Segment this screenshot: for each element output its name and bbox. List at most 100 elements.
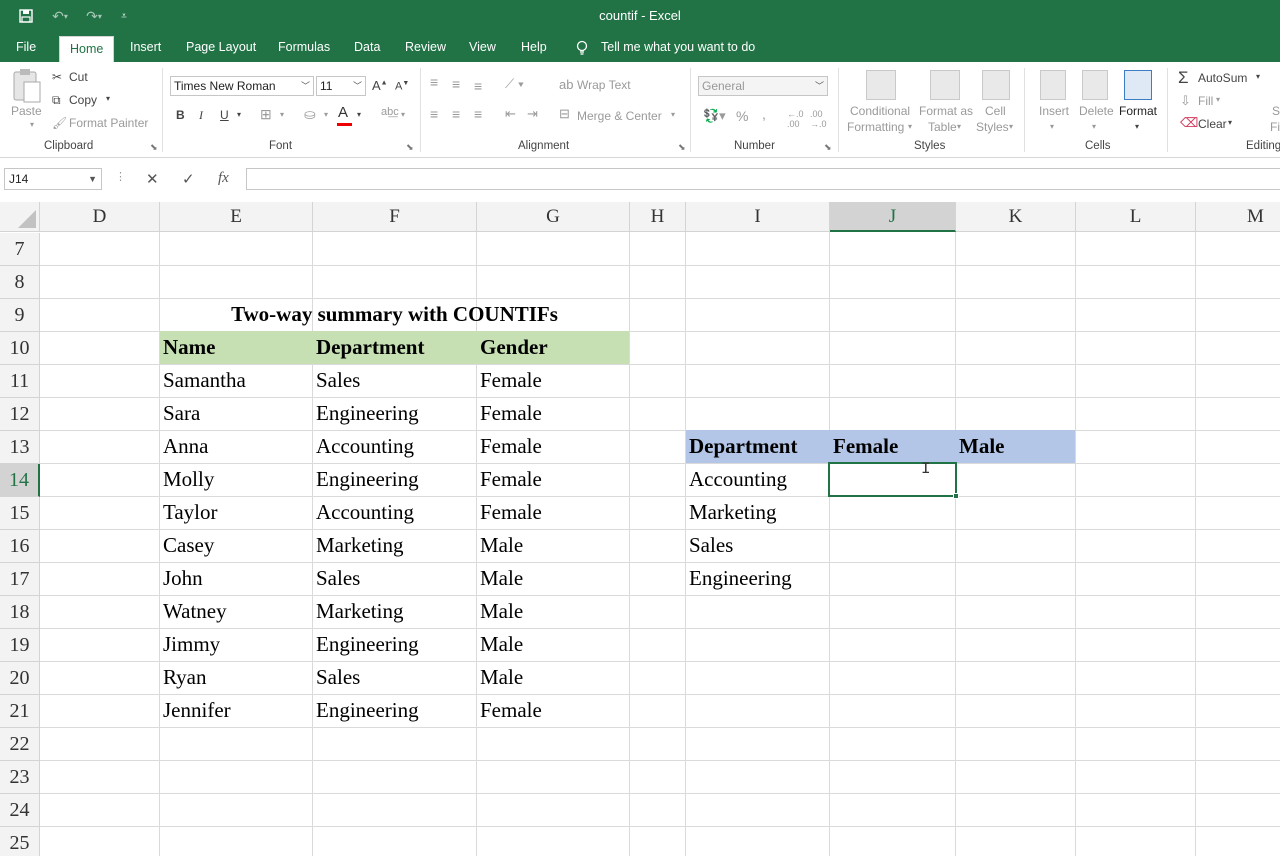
tab-page-layout[interactable]: Page Layout [186,32,256,62]
cancel-icon[interactable]: ✕ [146,170,159,188]
paste-dropdown-icon[interactable]: ▾ [30,120,34,129]
row-header-14[interactable]: 14 [0,464,40,497]
tab-formulas[interactable]: Formulas [278,32,330,62]
merge-dropdown-icon[interactable]: ▾ [671,110,675,119]
summary-header-cell[interactable]: Department [686,430,797,463]
formula-input[interactable] [246,168,1280,190]
delete-cells-button[interactable]: Delete [1079,104,1114,118]
autosum-dropdown-icon[interactable]: ▾ [1256,72,1260,81]
table-cell[interactable]: Samantha [160,364,246,397]
table-header-cell[interactable]: Gender [477,331,548,364]
row-header-20[interactable]: 20 [0,662,40,695]
table-cell[interactable]: Ryan [160,661,207,694]
fill-button[interactable]: Fill [1198,94,1213,108]
sort-filter-button[interactable]: S [1272,104,1280,118]
delete-cells-icon[interactable] [1082,70,1108,100]
clear-button[interactable]: Clear [1198,117,1227,131]
spreadsheet-grid[interactable]: DEFGHIJKLM 7 8 9 10 11 12 13 14 15 16 17 18 19 20 21 22… [0,202,1280,856]
font-name-dropdown[interactable]: Times New Roman ﹀ [170,76,314,96]
table-cell[interactable]: Anna [160,430,209,463]
table-cell[interactable]: Sara [160,397,200,430]
column-header-i[interactable]: I [686,202,830,232]
increase-decimal-icon[interactable]: ←.0.00 [787,109,804,129]
table-cell[interactable]: Marketing [313,595,403,628]
summary-row-label[interactable]: Engineering [686,562,792,595]
wrap-text-button[interactable]: Wrap Text [577,78,631,92]
row-header-18[interactable]: 18 [0,596,40,629]
decrease-indent-icon[interactable]: ⇤ [505,106,516,122]
bottom-align-icon[interactable]: ≡ [474,78,482,94]
number-launcher-icon[interactable]: ⬊ [824,142,832,153]
insert-cells-icon[interactable] [1040,70,1066,100]
merge-center-button[interactable]: Merge & Center [577,109,662,123]
copy-dropdown-icon[interactable]: ▾ [106,94,110,103]
table-cell[interactable]: Engineering [313,628,419,661]
format-table-dropdown-icon[interactable]: ▾ [957,122,961,131]
table-cell[interactable]: Male [477,661,523,694]
column-header-l[interactable]: L [1076,202,1196,232]
format-as-table-label[interactable]: Format as [919,104,973,118]
copy-button[interactable]: Copy [69,93,97,107]
select-all-corner[interactable] [0,202,40,232]
paste-icon[interactable] [10,68,42,104]
table-cell[interactable]: Jennifer [160,694,231,727]
row-header-21[interactable]: 21 [0,695,40,728]
borders-dropdown-icon[interactable]: ▾ [280,110,284,119]
row-header-13[interactable]: 13 [0,431,40,464]
summary-header-cell[interactable]: Male [956,430,1004,463]
table-cell[interactable]: Sales [313,364,360,397]
format-dropdown-icon[interactable]: ▾ [1135,122,1139,131]
row-header-12[interactable]: 12 [0,398,40,431]
table-cell[interactable]: Female [477,496,542,529]
row-header-24[interactable]: 24 [0,794,40,827]
format-as-table-icon[interactable] [930,70,960,100]
decrease-decimal-icon[interactable]: .00 →.0 [810,109,827,129]
tab-data[interactable]: Data [354,32,380,62]
accounting-format-icon[interactable]: 💱▾ [703,108,726,124]
table-cell[interactable]: Male [477,628,523,661]
tab-home[interactable]: Home [59,36,115,62]
align-left-icon[interactable]: ≡ [430,106,438,122]
conditional-formatting-label[interactable]: Conditional [850,104,910,118]
autosum-button[interactable]: AutoSum [1198,71,1247,85]
table-cell[interactable]: John [160,562,203,595]
underline-button[interactable]: U [220,108,229,122]
font-color-dropdown-icon[interactable]: ▾ [357,110,361,119]
table-cell[interactable]: Sales [313,562,360,595]
middle-align-icon[interactable]: ≡ [452,76,460,92]
fill-color-dropdown-icon[interactable]: ▾ [324,110,328,119]
tab-file[interactable]: File [16,32,36,62]
cell-styles-label[interactable]: Cell [985,104,1006,118]
column-header-g[interactable]: G [477,202,630,232]
row-header-8[interactable]: 8 [0,266,40,299]
align-right-icon[interactable]: ≡ [474,106,482,122]
table-cell[interactable]: Sales [313,661,360,694]
clipboard-launcher-icon[interactable]: ⬊ [150,142,158,153]
conditional-dropdown-icon[interactable]: ▾ [908,122,912,131]
table-cell[interactable]: Female [477,694,542,727]
insert-cells-button[interactable]: Insert [1039,104,1069,118]
row-header-16[interactable]: 16 [0,530,40,563]
name-box[interactable]: J14 ▼ [4,168,102,190]
table-cell[interactable]: Female [477,463,542,496]
table-cell[interactable]: Jimmy [160,628,220,661]
insert-function-icon[interactable]: fx [218,170,229,187]
font-size-dropdown[interactable]: 11 ﹀ [316,76,366,96]
enter-icon[interactable]: ✓ [182,170,195,188]
tell-me-search[interactable]: Tell me what you want to do [601,32,755,62]
table-cell[interactable]: Marketing [313,529,403,562]
format-painter-button[interactable]: Format Painter [69,116,148,130]
row-header-23[interactable]: 23 [0,761,40,794]
conditional-formatting-icon[interactable] [866,70,896,100]
row-header-7[interactable]: 7 [0,233,40,266]
decrease-font-icon[interactable]: A▼ [395,80,409,93]
row-header-25[interactable]: 25 [0,827,40,856]
find-select-button[interactable]: Fi [1270,120,1280,134]
active-cell-j14[interactable] [828,462,957,497]
format-cells-button[interactable]: Format [1119,104,1157,118]
top-align-icon[interactable]: ≡ [430,74,438,90]
conditional-formatting-label-2[interactable]: Formatting [847,120,904,134]
cut-button[interactable]: Cut [69,70,88,84]
cell-styles-label-2[interactable]: Styles [976,120,1009,134]
insert-dropdown-icon[interactable]: ▾ [1050,122,1054,131]
